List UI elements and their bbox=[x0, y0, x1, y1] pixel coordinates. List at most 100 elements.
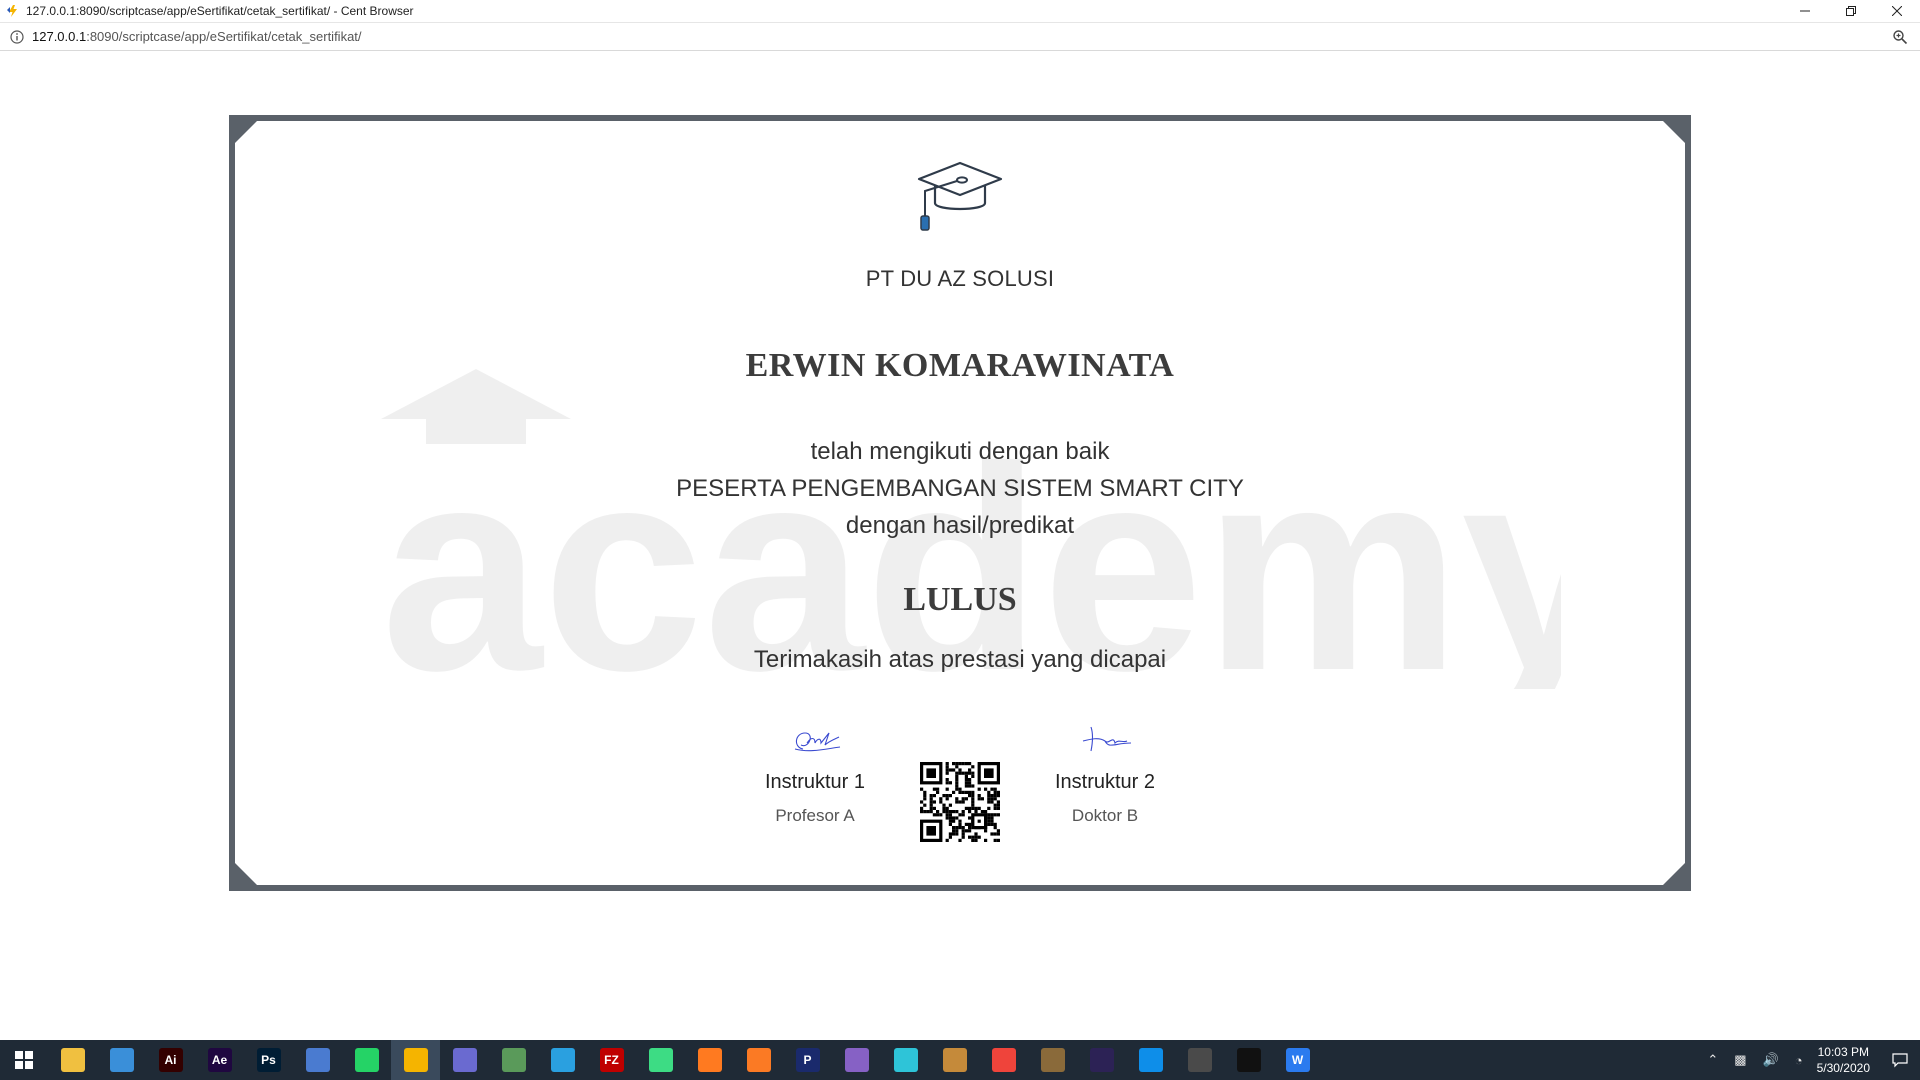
taskbar-app-game-alt[interactable] bbox=[1028, 1040, 1077, 1080]
clock-date: 5/30/2020 bbox=[1816, 1061, 1870, 1075]
signature-2-image bbox=[1075, 719, 1135, 759]
window-title: 127.0.0.1:8090/scriptcase/app/eSertifika… bbox=[26, 4, 414, 18]
start-button[interactable] bbox=[0, 1040, 48, 1080]
close-icon bbox=[1892, 6, 1902, 16]
windows-logo-icon bbox=[15, 1051, 33, 1069]
file-explorer-icon bbox=[60, 1048, 85, 1072]
signer-1-name: Profesor A bbox=[775, 806, 855, 825]
restore-icon bbox=[1846, 6, 1856, 16]
close-button[interactable] bbox=[1874, 0, 1920, 22]
wifi-icon[interactable]: ◔ bbox=[1795, 1053, 1803, 1068]
taskbar-app-android-studio[interactable] bbox=[636, 1040, 685, 1080]
browser-title-bar: 127.0.0.1:8090/scriptcase/app/eSertifika… bbox=[0, 0, 1920, 23]
notification-button[interactable] bbox=[1880, 1040, 1920, 1080]
company-name: PT DU AZ SOLUSI bbox=[865, 266, 1055, 291]
filezilla-icon: FZ bbox=[599, 1048, 624, 1072]
qr-code bbox=[920, 762, 1000, 842]
taskbar-app-p-app[interactable]: P bbox=[783, 1040, 832, 1080]
result-text: dengan hasil/predikat bbox=[845, 512, 1075, 539]
clock-time: 10:03 PM bbox=[1817, 1045, 1869, 1059]
eclipse-icon bbox=[1089, 1048, 1114, 1072]
xampp-icon bbox=[746, 1048, 771, 1072]
taskbar-apps: Ai Ae Ps FZ P W bbox=[48, 1040, 1322, 1080]
game-icon bbox=[942, 1048, 967, 1072]
signature-1-image bbox=[785, 719, 845, 759]
taskbar-app-globe-tool[interactable] bbox=[1175, 1040, 1224, 1080]
window-controls bbox=[1782, 0, 1920, 22]
taskbar-app-whatsapp[interactable] bbox=[342, 1040, 391, 1080]
taskbar-app-file-explorer[interactable] bbox=[48, 1040, 97, 1080]
signer-1: Instruktur 1 Profesor A bbox=[715, 719, 915, 826]
sublime-icon bbox=[697, 1048, 722, 1072]
signer-1-title: Instruktur 1 bbox=[764, 771, 866, 793]
illustrator-icon: Ai bbox=[158, 1048, 183, 1072]
wps-writer-icon: W bbox=[1285, 1048, 1310, 1072]
taskbar-app-xampp[interactable] bbox=[734, 1040, 783, 1080]
minimize-icon bbox=[1800, 10, 1810, 12]
graduation-cap-icon bbox=[915, 159, 1005, 239]
taskbar-app-photoshop[interactable]: Ps bbox=[244, 1040, 293, 1080]
whatsapp-icon bbox=[354, 1048, 379, 1072]
teamviewer-icon bbox=[1138, 1048, 1163, 1072]
android-studio-icon bbox=[648, 1048, 673, 1072]
taskbar-app-visual-studio[interactable] bbox=[832, 1040, 881, 1080]
app-manager-icon bbox=[501, 1048, 526, 1072]
anydesk-icon bbox=[991, 1048, 1016, 1072]
windows-taskbar: Ai Ae Ps FZ P W ⌃ ▩ 🔊 ◔ 10:03 PM 5/30/2020 bbox=[0, 1040, 1920, 1080]
taskbar-app-teamviewer[interactable] bbox=[1126, 1040, 1175, 1080]
taskbar-app-terminal[interactable] bbox=[1224, 1040, 1273, 1080]
taskbar-app-wps-writer[interactable]: W bbox=[1273, 1040, 1322, 1080]
minimize-button[interactable] bbox=[1782, 0, 1828, 22]
taskbar-app-sublime[interactable] bbox=[685, 1040, 734, 1080]
visual-studio-icon bbox=[844, 1048, 869, 1072]
browser-alt-icon bbox=[550, 1048, 575, 1072]
certificate-frame: academy PT DU AZ SOLUSI ERWIN KOMARAWINA… bbox=[229, 115, 1691, 891]
taskbar-app-anydesk[interactable] bbox=[979, 1040, 1028, 1080]
chevron-up-icon[interactable]: ⌃ bbox=[1707, 1052, 1718, 1068]
system-tray: ⌃ ▩ 🔊 ◔ 10:03 PM 5/30/2020 bbox=[1699, 1040, 1920, 1080]
taskbar-app-filezilla[interactable]: FZ bbox=[587, 1040, 636, 1080]
address-bar[interactable]: 127.0.0.1:8090/scriptcase/app/eSertifika… bbox=[0, 23, 1920, 51]
url-text[interactable]: 127.0.0.1:8090/scriptcase/app/eSertifika… bbox=[32, 29, 362, 44]
taskbar-app-network-tool[interactable] bbox=[293, 1040, 342, 1080]
site-info-icon[interactable] bbox=[10, 29, 24, 44]
cent-browser-loading-icon bbox=[7, 5, 17, 17]
taskbar-app-app-manager[interactable] bbox=[489, 1040, 538, 1080]
signer-2-name: Doktor B bbox=[1071, 806, 1139, 825]
taskbar-app-cent-browser[interactable] bbox=[391, 1040, 440, 1080]
p-app-icon: P bbox=[795, 1048, 820, 1072]
zoom-icon[interactable] bbox=[1892, 29, 1908, 45]
taskbar-app-after-effects[interactable]: Ae bbox=[195, 1040, 244, 1080]
taskbar-app-eclipse[interactable] bbox=[1077, 1040, 1126, 1080]
url-host: 127.0.0.1 bbox=[32, 29, 87, 44]
photoshop-icon: Ps bbox=[256, 1048, 281, 1072]
url-path: :8090/scriptcase/app/eSertifikat/cetak_s… bbox=[86, 29, 362, 44]
taskbar-app-control-panel[interactable] bbox=[97, 1040, 146, 1080]
network-tool-icon bbox=[305, 1048, 330, 1072]
taskbar-app-browser-alt[interactable] bbox=[538, 1040, 587, 1080]
cent-browser-icon bbox=[403, 1048, 428, 1072]
certificate-body: academy PT DU AZ SOLUSI ERWIN KOMARAWINA… bbox=[235, 121, 1685, 885]
restore-button[interactable] bbox=[1828, 0, 1874, 22]
signer-2-title: Instruktur 2 bbox=[1054, 771, 1156, 793]
recipient-name: ERWIN KOMARAWINATA bbox=[745, 347, 1175, 384]
admin-tool-icon bbox=[452, 1048, 477, 1072]
game-alt-icon bbox=[1040, 1048, 1065, 1072]
battery-icon[interactable]: ▩ bbox=[1734, 1052, 1746, 1068]
thanks-text: Terimakasih atas prestasi yang dicapai bbox=[753, 646, 1167, 673]
system-clock[interactable]: 10:03 PM 5/30/2020 bbox=[1817, 1044, 1870, 1076]
taskbar-app-illustrator[interactable]: Ai bbox=[146, 1040, 195, 1080]
taskbar-app-game[interactable] bbox=[930, 1040, 979, 1080]
grade-text: LULUS bbox=[903, 581, 1017, 618]
signer-2: Instruktur 2 Doktor B bbox=[1005, 719, 1205, 826]
control-panel-icon bbox=[109, 1048, 134, 1072]
taskbar-app-admin-tool[interactable] bbox=[440, 1040, 489, 1080]
participation-text: telah mengikuti dengan baik bbox=[810, 438, 1110, 465]
design-app-icon bbox=[893, 1048, 918, 1072]
program-name: PESERTA PENGEMBANGAN SISTEM SMART CITY bbox=[676, 475, 1244, 502]
after-effects-icon: Ae bbox=[207, 1048, 232, 1072]
taskbar-app-design-app[interactable] bbox=[881, 1040, 930, 1080]
notification-icon bbox=[1892, 1053, 1908, 1068]
volume-icon[interactable]: 🔊 bbox=[1763, 1052, 1779, 1068]
globe-tool-icon bbox=[1187, 1048, 1212, 1072]
